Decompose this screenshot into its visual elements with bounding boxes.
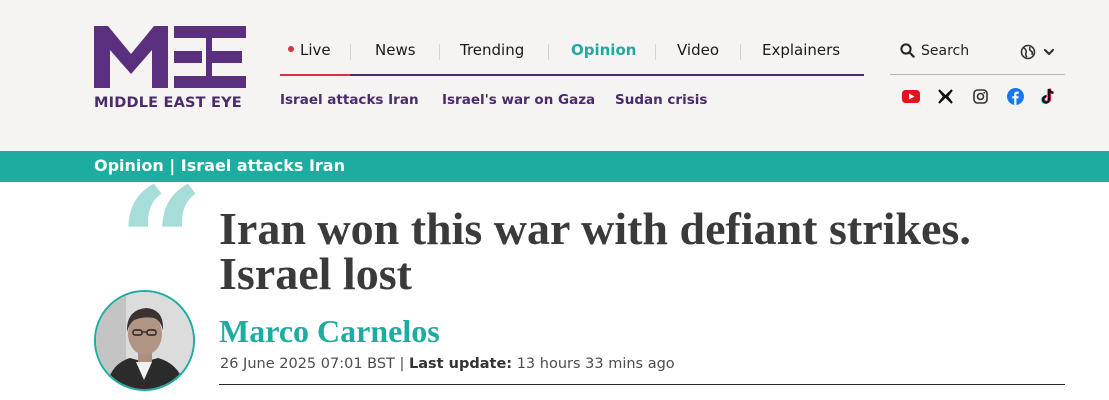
live-indicator-icon <box>288 45 294 52</box>
facebook-icon[interactable] <box>1005 86 1025 106</box>
nav-divider <box>548 44 549 60</box>
nav-item-opinion[interactable]: Opinion <box>571 36 636 64</box>
nav-live-label: Live <box>300 41 331 59</box>
headline-line-1: Iran won this war with defiant strikes. <box>219 203 971 254</box>
instagram-icon[interactable] <box>970 86 990 106</box>
logo-wordmark: MIDDLE EAST EYE <box>94 95 242 111</box>
search-label: Search <box>921 43 970 59</box>
search-button[interactable]: Search <box>900 42 970 63</box>
author-photo <box>96 292 193 389</box>
language-selector[interactable] <box>1020 43 1055 63</box>
nav-divider <box>350 44 351 60</box>
youtube-icon[interactable] <box>901 86 921 106</box>
header-divider <box>890 74 1065 75</box>
nav-divider <box>655 44 656 60</box>
mee-logo-mark <box>94 26 246 88</box>
globe-icon <box>1020 44 1036 60</box>
nav-divider <box>740 44 741 60</box>
nav-item-live[interactable]: Live <box>288 36 331 64</box>
nav-divider <box>439 44 440 60</box>
nav-item-video[interactable]: Video <box>677 36 719 64</box>
published-date: 26 June 2025 07:01 BST <box>220 356 395 372</box>
breadcrumb-topic[interactable]: Israel attacks Iran <box>181 156 345 175</box>
author-name-link[interactable]: Marco Carnelos <box>219 313 440 350</box>
primary-nav: Live News Trending Opinion Video Explain… <box>280 36 864 76</box>
article-divider <box>219 384 1065 385</box>
sec-nav-israel-attacks-iran[interactable]: Israel attacks Iran <box>280 92 419 108</box>
meta-separator: | <box>394 356 410 372</box>
nav-item-trending[interactable]: Trending <box>460 36 524 64</box>
nav-item-news[interactable]: News <box>375 36 416 64</box>
site-header: MIDDLE EAST EYE Live News Trending Opini… <box>0 0 1109 151</box>
sec-nav-sudan-crisis[interactable]: Sudan crisis <box>615 92 707 108</box>
article-headline: Iran won this war with defiant strikes. … <box>219 203 1079 299</box>
search-icon <box>900 42 915 58</box>
nav-item-explainers[interactable]: Explainers <box>762 36 840 64</box>
nav-underline <box>280 74 864 76</box>
last-update-label: Last update: <box>409 356 513 372</box>
nav-underline-live <box>280 74 350 76</box>
chevron-down-icon <box>1044 48 1055 55</box>
headline-line-2: Israel lost <box>219 248 412 299</box>
x-icon[interactable] <box>935 86 955 106</box>
author-avatar[interactable] <box>94 290 195 391</box>
tiktok-icon[interactable] <box>1038 86 1058 106</box>
sec-nav-israels-war-on-gaza[interactable]: Israel's war on Gaza <box>442 92 595 108</box>
last-update-value: 13 hours 33 mins ago <box>512 356 675 372</box>
article-meta: 26 June 2025 07:01 BST | Last update: 13… <box>220 356 675 372</box>
site-logo[interactable]: MIDDLE EAST EYE <box>94 26 246 116</box>
